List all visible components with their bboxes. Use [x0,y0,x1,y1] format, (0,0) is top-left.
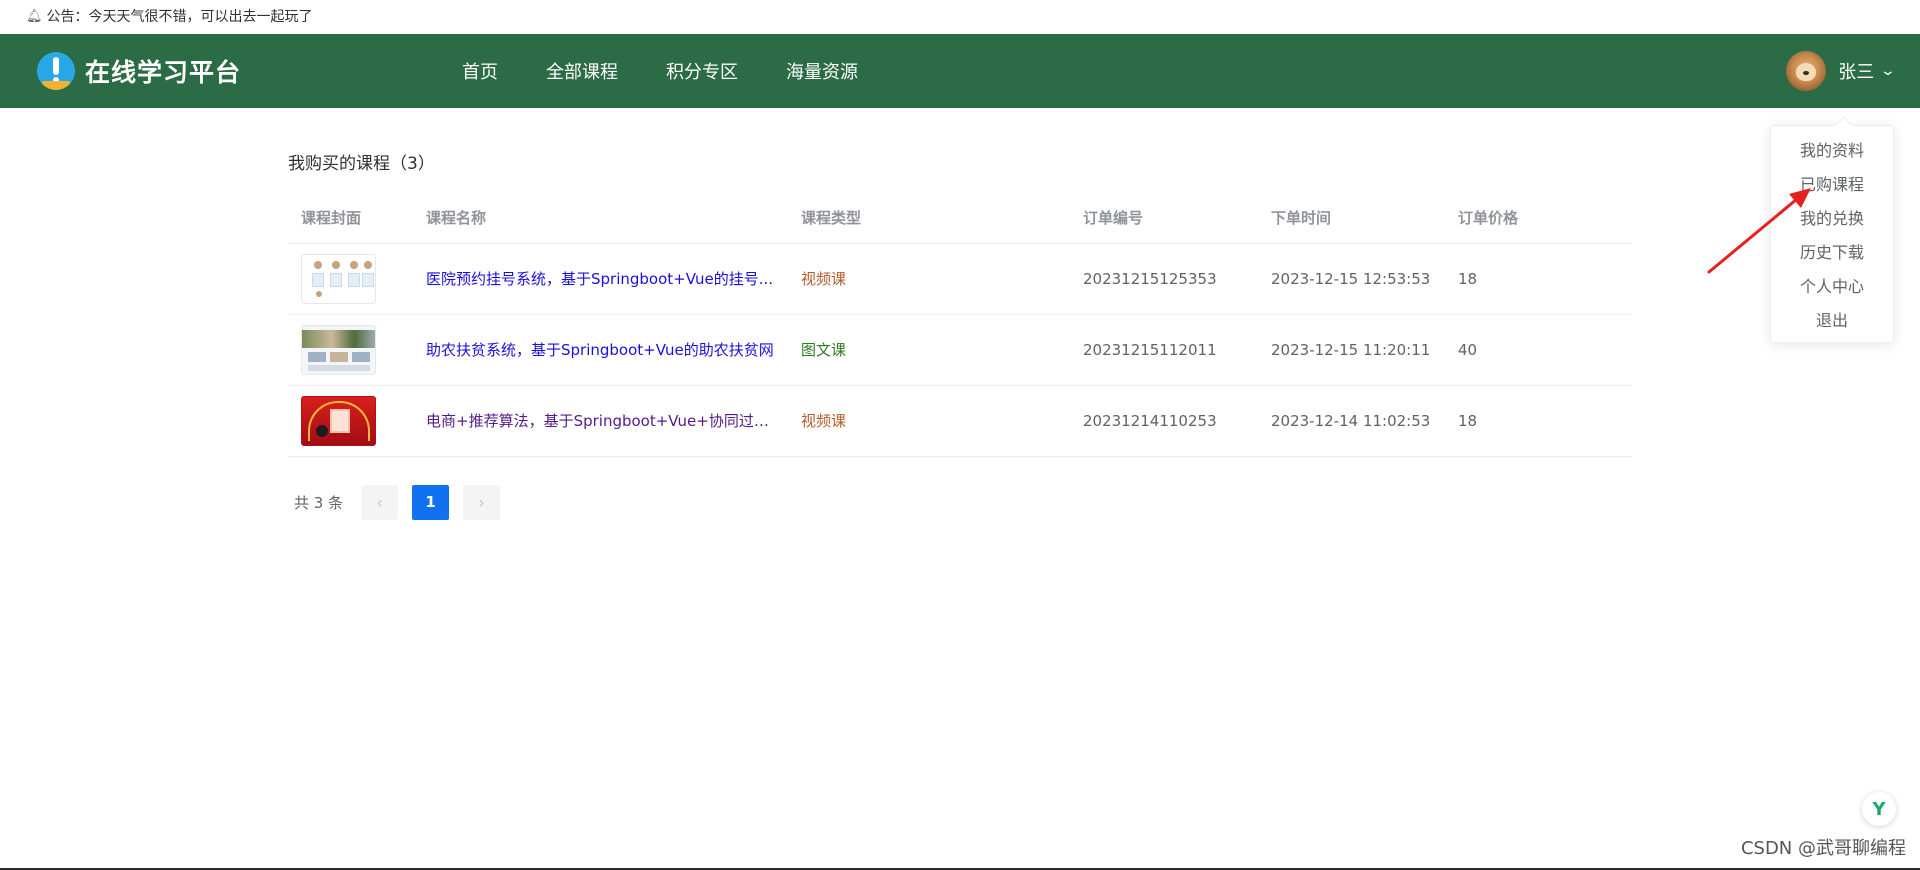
user-dropdown-menu: 我的资料 已购课程 我的兑换 历史下载 个人中心 退出 [1770,125,1894,343]
header-order: 订单编号 [1070,193,1258,244]
avatar[interactable] [1786,51,1827,91]
table-row: 电商+推荐算法，基于Springboot+Vue+协同过滤... 视频课 202… [288,385,1632,457]
logo[interactable]: 在线学习平台 [37,52,241,90]
course-name-cell: 电商+推荐算法，基于Springboot+Vue+协同过滤... [413,385,788,457]
header-cover: 课程封面 [288,193,413,244]
course-type-cell: 视频课 [788,385,1070,457]
order-number: 20231214110253 [1070,385,1258,457]
announcement-bar: 🔔︎ 公告：今天天气很不错，可以出去一起玩了 [0,0,1920,34]
table-row: 助农扶贫系统，基于Springboot+Vue的助农扶贫网 图文课 202312… [288,314,1632,386]
nav-item-points[interactable]: 积分专区 [666,58,738,84]
page-number-current[interactable]: 1 [412,484,450,520]
table-row: 医院预约挂号系统，基于Springboot+Vue的挂号... 视频课 2023… [288,243,1632,315]
page-title: 我购买的课程（3） [288,154,435,174]
course-cover-image[interactable] [301,324,376,375]
course-type: 视频课 [801,412,847,430]
nav-item-resources[interactable]: 海量资源 [786,58,858,84]
user-menu-trigger[interactable]: 张三 ⌄ [1786,34,1896,108]
purchased-courses-table: 课程封面 课程名称 课程类型 订单编号 下单时间 订单价格 医院预约挂号系统，基… [288,193,1632,457]
watermark: CSDN @武哥聊编程 [1740,838,1906,859]
course-type: 图文课 [801,341,847,359]
top-navbar: 在线学习平台 首页 全部课程 积分专区 海量资源 张三 ⌄ [0,34,1920,108]
course-type-cell: 视频课 [788,243,1070,315]
floating-assistant-icon[interactable]: Y [1862,792,1896,826]
header-type: 课程类型 [788,193,1070,244]
bell-icon: 🔔︎ [26,9,43,24]
announcement-text: 公告：今天天气很不错，可以出去一起玩了 [46,9,313,25]
course-cover-image[interactable] [301,253,376,304]
course-name-cell: 医院预约挂号系统，基于Springboot+Vue的挂号... [413,243,788,315]
menu-item-purchased-courses[interactable]: 已购课程 [1771,168,1893,202]
menu-item-my-exchanges[interactable]: 我的兑换 [1771,202,1893,236]
chevron-left-icon[interactable]: ‹ [361,484,399,520]
cover-cell [288,385,413,457]
course-name-link[interactable]: 电商+推荐算法，基于Springboot+Vue+协同过滤... [426,410,776,431]
nav-item-all-courses[interactable]: 全部课程 [546,58,618,84]
logo-text: 在线学习平台 [85,58,242,87]
cover-cell [288,314,413,386]
menu-item-logout[interactable]: 退出 [1771,304,1893,338]
menu-item-my-profile[interactable]: 我的资料 [1771,134,1893,168]
order-price: 40 [1445,314,1632,386]
menu-item-personal-center[interactable]: 个人中心 [1771,270,1893,304]
header-name: 课程名称 [413,193,788,244]
order-number: 20231215125353 [1070,243,1258,315]
course-name-link[interactable]: 医院预约挂号系统，基于Springboot+Vue的挂号... [426,268,776,289]
user-name: 张三 [1838,62,1875,83]
order-price: 18 [1445,385,1632,457]
logo-icon [37,52,75,90]
order-number: 20231215112011 [1070,314,1258,386]
table-header-row: 课程封面 课程名称 课程类型 订单编号 下单时间 订单价格 [288,193,1632,244]
course-name-cell: 助农扶贫系统，基于Springboot+Vue的助农扶贫网 [413,314,788,386]
header-price: 订单价格 [1445,193,1632,244]
header-time: 下单时间 [1258,193,1445,244]
main-nav: 首页 全部课程 积分专区 海量资源 [462,34,906,108]
order-time: 2023-12-14 11:02:53 [1258,385,1445,457]
nav-item-home[interactable]: 首页 [462,58,498,84]
course-type: 视频课 [801,270,847,288]
cover-cell [288,243,413,315]
pagination-total: 共 3 条 [294,493,344,512]
chevron-down-icon[interactable]: ⌄ [1880,63,1896,79]
order-time: 2023-12-15 11:20:11 [1258,314,1445,386]
order-time: 2023-12-15 12:53:53 [1258,243,1445,315]
course-name-link[interactable]: 助农扶贫系统，基于Springboot+Vue的助农扶贫网 [426,339,776,360]
chevron-right-icon[interactable]: › [463,484,501,520]
course-type-cell: 图文课 [788,314,1070,386]
menu-item-download-history[interactable]: 历史下载 [1771,236,1893,270]
main-content: 我购买的课程（3） 课程封面 课程名称 课程类型 订单编号 下单时间 订单价格 [288,108,1632,520]
course-cover-image[interactable] [301,395,376,446]
order-price: 18 [1445,243,1632,315]
pagination: 共 3 条 ‹ 1 › [288,484,1632,520]
